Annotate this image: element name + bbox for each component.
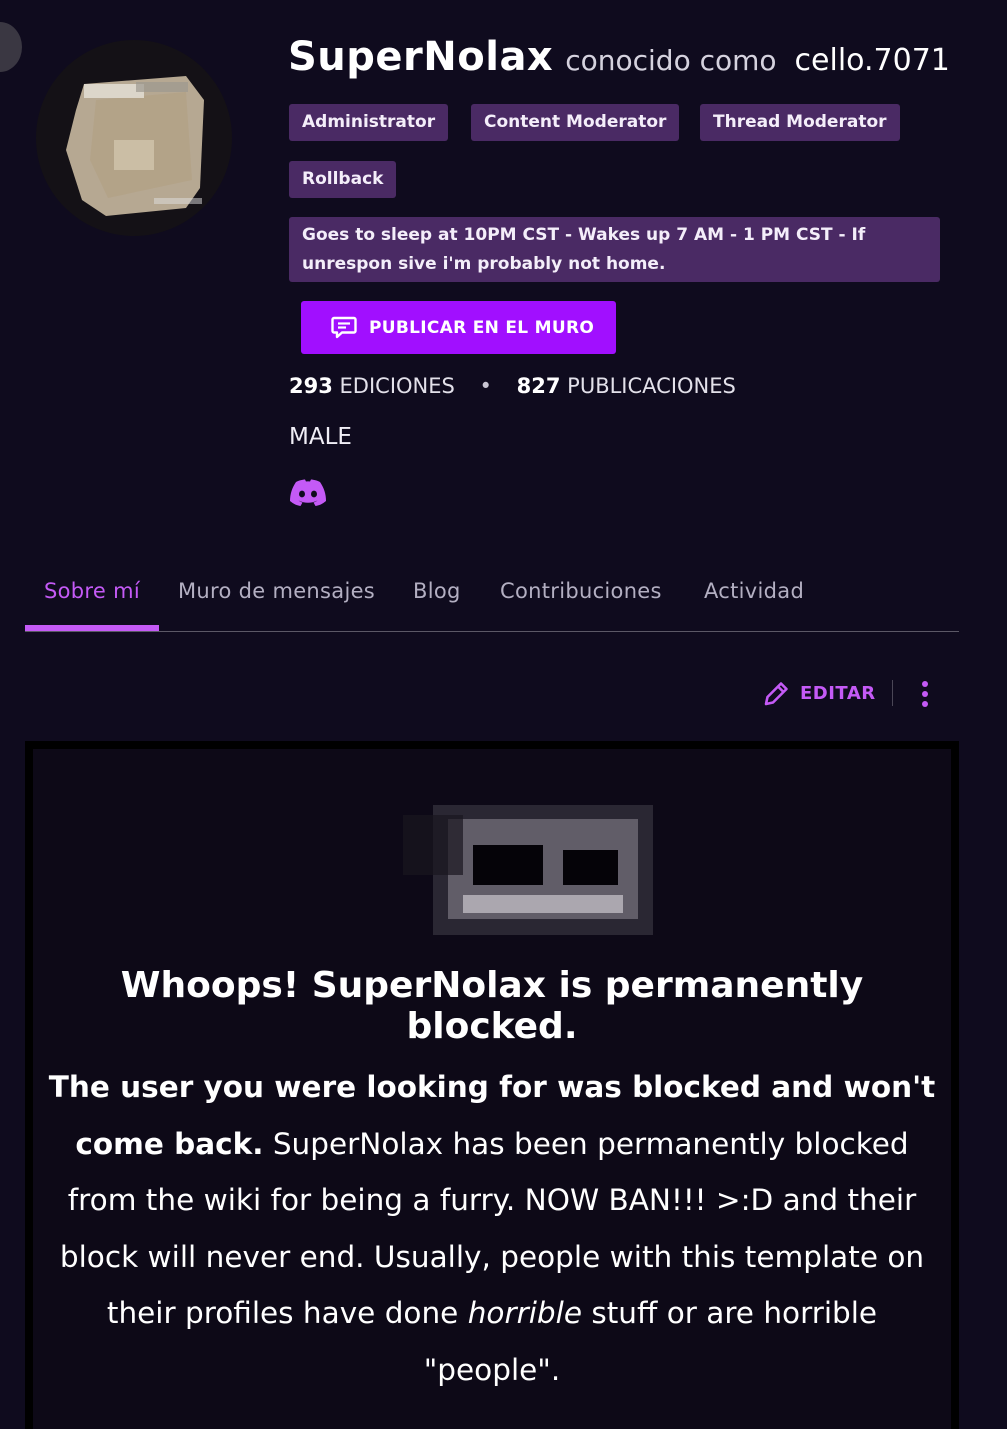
scroll-handle[interactable] [0,22,22,72]
aka-label: conocido como [565,44,777,77]
edit-button[interactable]: EDITAR [762,678,876,708]
tab-muro-de-mensajes[interactable]: Muro de mensajes [178,572,375,632]
tag-content-moderator: Content Moderator [471,104,680,141]
kebab-icon[interactable] [914,678,936,710]
post-on-wall-label: PUBLICAR EN EL MURO [369,317,595,338]
tag-thread-moderator: Thread Moderator [700,104,900,141]
profile-header: SuperNolax conocido como cello.7071 [288,34,950,80]
block-emphasis: horrible [467,1296,582,1330]
tab-blog[interactable]: Blog [413,572,461,632]
avatar-image [66,76,204,216]
edit-label: EDITAR [800,682,876,704]
gender: MALE [289,424,352,450]
posts-label: PUBLICACIONES [567,374,736,398]
block-notice: Whoops! SuperNolax is permanently blocke… [25,741,959,1429]
divider [892,680,893,706]
username: SuperNolax [288,34,554,80]
tab-sobre-mi[interactable]: Sobre mí [44,572,140,632]
edits-label: EDICIONES [339,374,455,398]
block-message: The user you were looking for was blocke… [45,1059,939,1398]
stats-separator: • [479,374,492,398]
user-alias: cello.7071 [794,43,950,78]
tag-rollback: Rollback [289,161,397,198]
block-notice-image [403,795,658,955]
user-stats: 293 EDICIONES • 827 PUBLICACIONES [289,374,736,398]
block-title: Whoops! SuperNolax is permanently blocke… [120,965,864,1047]
edits-count: 293 [289,374,333,398]
tab-actividad[interactable]: Actividad [704,572,804,632]
avatar[interactable] [36,40,232,236]
discord-icon[interactable] [288,478,328,508]
active-tab-indicator [25,625,159,631]
profile-tabs: Sobre mí Muro de mensajes Blog Contribuc… [25,572,959,632]
message-icon [331,316,357,340]
tab-contribuciones[interactable]: Contribuciones [500,572,662,632]
status-message: Goes to sleep at 10PM CST - Wakes up 7 A… [289,217,940,282]
pencil-icon [764,682,788,706]
posts-count: 827 [516,374,561,398]
post-on-wall-button[interactable]: PUBLICAR EN EL MURO [301,301,616,354]
tag-administrator: Administrator [289,104,449,141]
profile-page: SuperNolax conocido como cello.7071 Admi… [0,0,1007,1429]
